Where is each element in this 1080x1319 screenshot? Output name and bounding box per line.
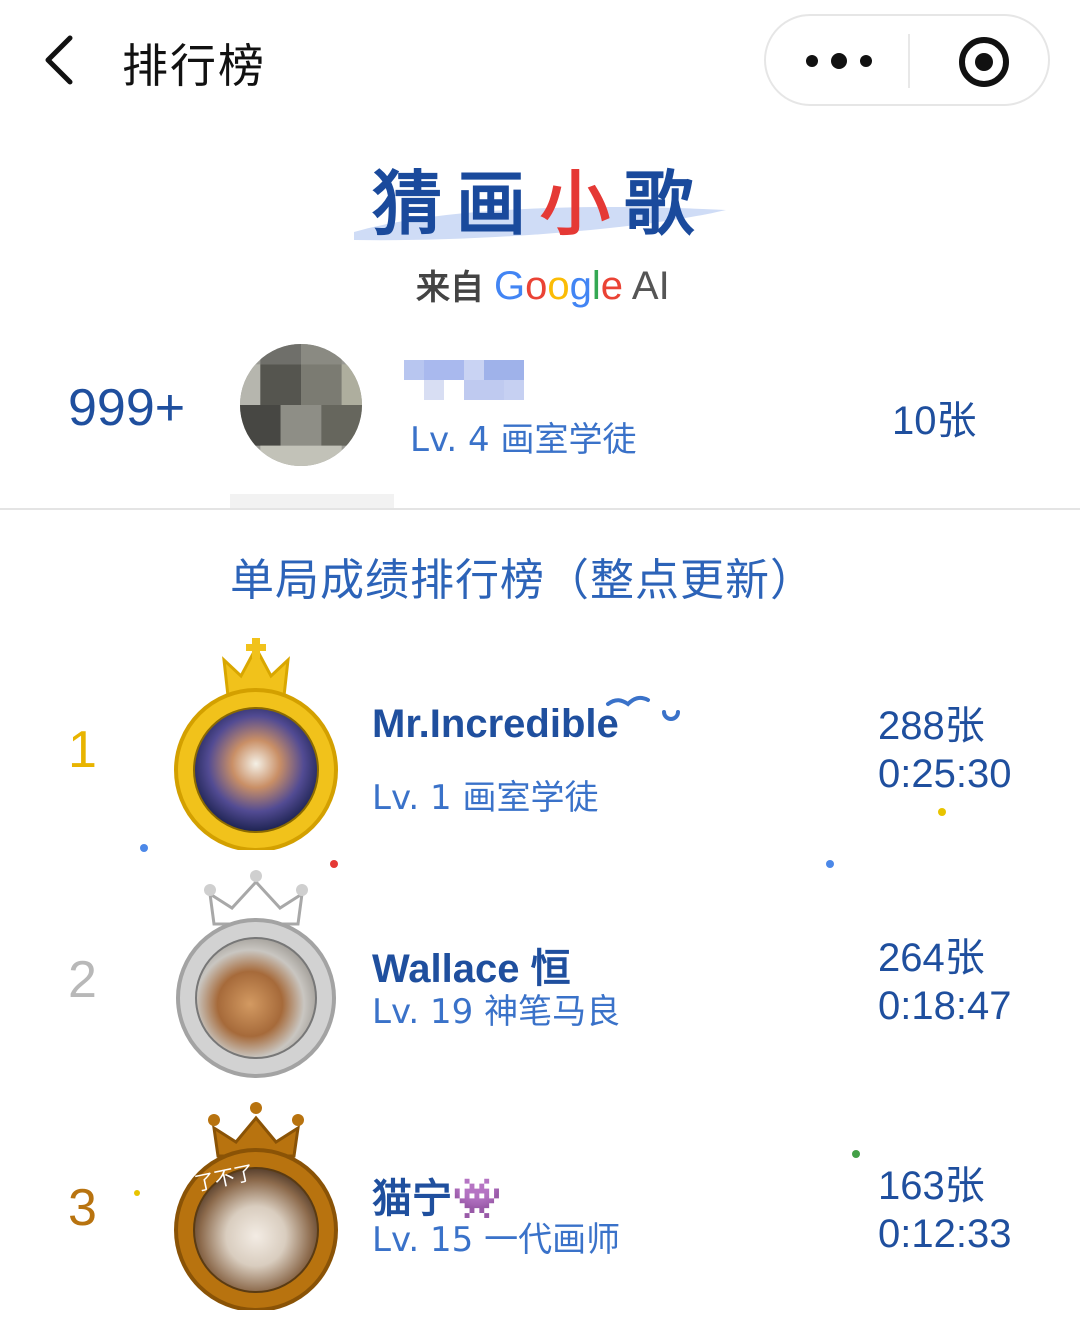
powered-by: 来自 Google AI: [416, 260, 670, 309]
confetti-dot: [826, 860, 834, 868]
bird-sticker-icon: [606, 695, 680, 721]
entry-count: 288张: [878, 704, 985, 748]
my-count: 10张: [892, 399, 977, 443]
entry-time: 0:25:30: [878, 752, 1012, 796]
confetti-dot: [938, 808, 946, 816]
more-dots-icon[interactable]: [804, 46, 874, 76]
section-divider: [0, 508, 1080, 510]
logo-char-4: 歌: [624, 163, 708, 245]
entry-count: 264张: [878, 936, 985, 980]
crown-avatar-silver: [176, 870, 336, 1078]
mini-program-capsule: [764, 14, 1050, 106]
entry-level: Lv. 15 一代画师: [372, 1220, 621, 1260]
page-title: 排行榜: [122, 39, 266, 93]
powered-by-label: 来自: [416, 268, 484, 308]
leaderboard-title: 单局成绩排行榜（整点更新）: [230, 555, 815, 606]
app-logo: 猜画小歌: [340, 148, 740, 249]
chevron-left-icon: [45, 35, 73, 85]
entry-time: 0:12:33: [878, 1212, 1012, 1256]
my-level: Lv. 4 画室学徒: [410, 420, 637, 460]
entry-name: Mr.Incredible: [372, 702, 619, 746]
my-avatar: [240, 344, 362, 466]
confetti-dot: [134, 1190, 140, 1196]
entry-time: 0:18:47: [878, 984, 1012, 1028]
my-name-blurred: [404, 358, 544, 402]
confetti-dot: [852, 1150, 860, 1158]
crown-avatar-gold: [174, 638, 338, 850]
entry-rank: 3: [68, 1179, 97, 1237]
logo-char-3: 小: [540, 163, 624, 245]
my-rank: 999+: [68, 379, 186, 437]
capsule-divider: [908, 34, 910, 88]
entry-rank: 1: [68, 721, 97, 779]
confetti-dot: [330, 860, 338, 868]
back-button[interactable]: [38, 32, 86, 88]
crown-avatar-bronze: [174, 1102, 338, 1310]
entry-rank: 2: [68, 951, 97, 1009]
confetti-dot: [140, 844, 148, 852]
google-ai-logo: Google AI: [494, 264, 670, 308]
entry-level: Lv. 1 画室学徒: [372, 778, 599, 818]
logo-char-1: 猜: [372, 163, 456, 245]
entry-count: 163张: [878, 1164, 985, 1208]
target-close-icon[interactable]: [958, 36, 1010, 88]
logo-char-2: 画: [456, 163, 540, 245]
section-tab-indicator: [230, 494, 394, 508]
entry-level: Lv. 19 神笔马良: [372, 992, 621, 1032]
